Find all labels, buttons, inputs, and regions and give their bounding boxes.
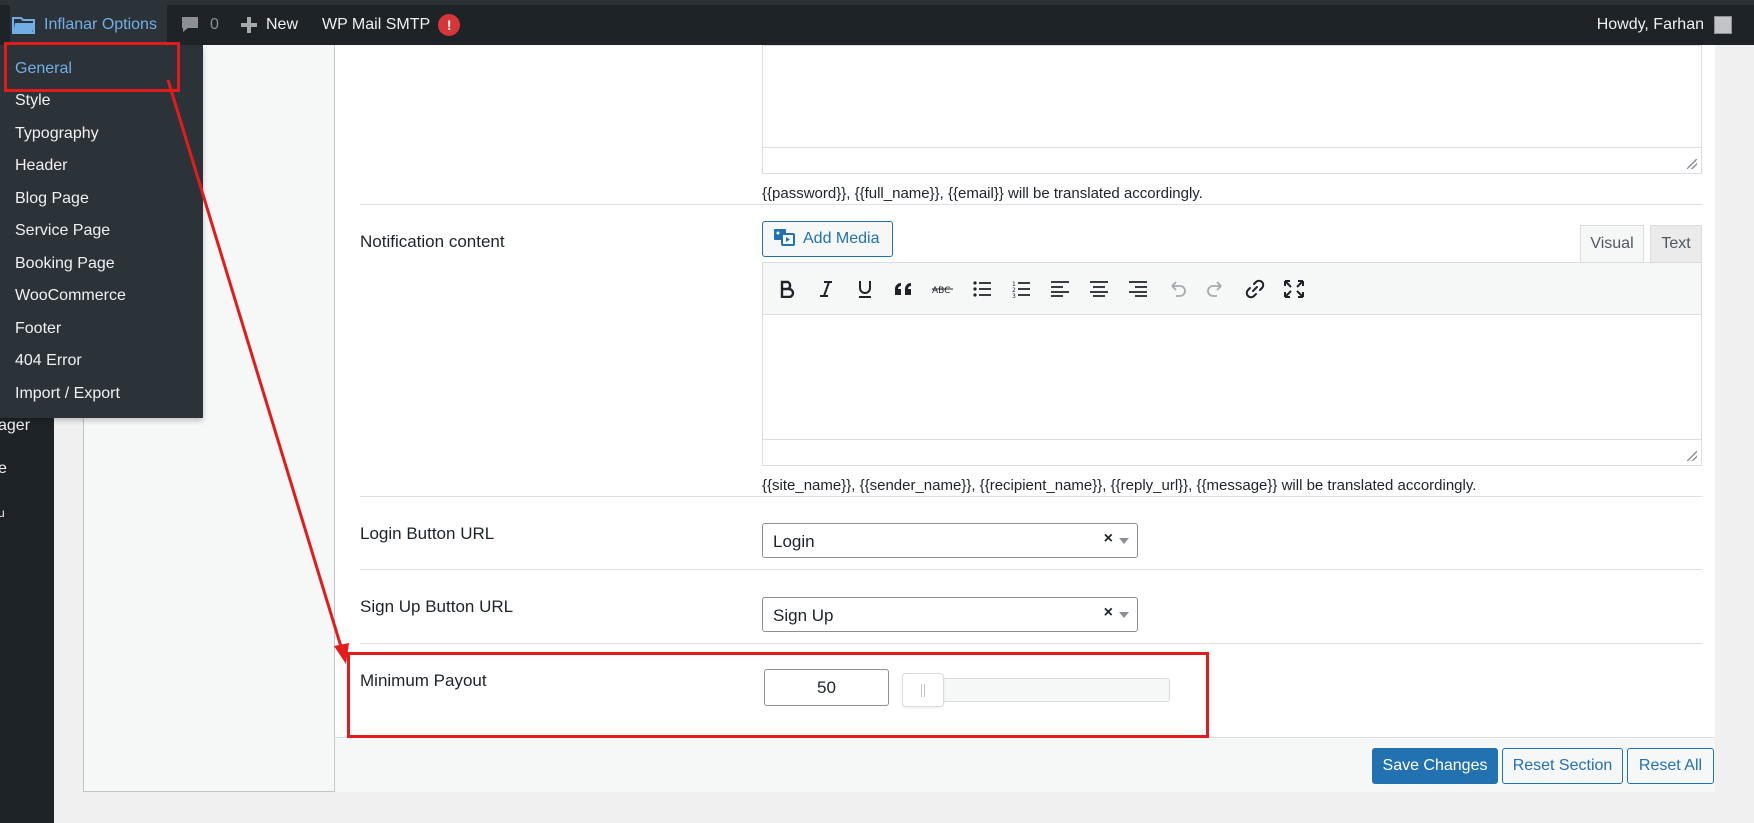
- flyout-item-service-page[interactable]: Service Page: [15, 222, 110, 240]
- divider: [360, 496, 1702, 497]
- divider: [360, 204, 1702, 205]
- align-right-icon[interactable]: [1126, 277, 1150, 301]
- site-menu-link[interactable]: Inflanar Options: [10, 5, 167, 45]
- numbered-list-icon[interactable]: 123: [1009, 277, 1033, 301]
- flyout-item-footer[interactable]: Footer: [15, 320, 61, 338]
- minimum-payout-input[interactable]: 50: [764, 669, 889, 706]
- signup-url-value: Sign Up: [773, 606, 834, 625]
- save-changes-button[interactable]: Save Changes: [1372, 748, 1498, 784]
- strikethrough-icon[interactable]: ABC: [931, 277, 955, 301]
- underline-icon[interactable]: [853, 277, 877, 301]
- menu-item-fragment[interactable]: e: [0, 460, 7, 478]
- align-center-icon[interactable]: [1087, 277, 1111, 301]
- flyout-item-general[interactable]: General: [15, 60, 72, 78]
- comments-link[interactable]: 0: [180, 5, 219, 45]
- undo-icon[interactable]: [1165, 277, 1189, 301]
- comment-icon: [180, 15, 200, 35]
- italic-icon[interactable]: [814, 277, 838, 301]
- align-left-icon[interactable]: [1048, 277, 1072, 301]
- tab-text[interactable]: Text: [1650, 225, 1702, 262]
- divider: [360, 569, 1702, 570]
- media-icon: [773, 227, 795, 252]
- editor-toolbar: ABC 123: [763, 263, 1701, 315]
- fullscreen-icon[interactable]: [1282, 277, 1306, 301]
- flyout-item-import-export[interactable]: Import / Export: [15, 385, 120, 403]
- wp-mail-smtp-link[interactable]: WP Mail SMTP !: [322, 5, 461, 45]
- comments-count: 0: [210, 16, 219, 33]
- add-media-label: Add Media: [803, 230, 880, 247]
- textarea-status-bar: [763, 147, 1701, 173]
- flyout-item-woocommerce[interactable]: WooCommerce: [15, 287, 126, 305]
- svg-text:ABC: ABC: [932, 286, 950, 295]
- flyout-item-header[interactable]: Header: [15, 157, 67, 175]
- previous-field-hint: {{password}}, {{full_name}}, {{email}} w…: [762, 185, 1203, 202]
- avatar: [1714, 16, 1732, 34]
- signup-url-select[interactable]: Sign Up ×: [762, 597, 1138, 632]
- flyout-item-404-error[interactable]: 404 Error: [15, 352, 82, 370]
- admin-bar: Inflanar Options 0 New WP Mail SMTP ! Ho…: [0, 0, 1754, 45]
- resize-handle-icon[interactable]: [1687, 159, 1697, 169]
- account-menu[interactable]: Howdy, Farhan: [1597, 5, 1732, 45]
- options-flyout-menu: General Style Typography Header Blog Pag…: [0, 45, 203, 418]
- flyout-item-booking-page[interactable]: Booking Page: [15, 255, 115, 273]
- svg-text:3: 3: [1012, 293, 1016, 298]
- signup-button-url-label: Sign Up Button URL: [360, 597, 514, 616]
- bold-icon[interactable]: [775, 277, 799, 301]
- new-content-link[interactable]: New: [240, 5, 298, 45]
- login-button-url-label: Login Button URL: [360, 524, 495, 543]
- reset-section-button[interactable]: Reset Section: [1502, 748, 1623, 784]
- flyout-item-typography[interactable]: Typography: [15, 125, 99, 143]
- reset-all-button[interactable]: Reset All: [1627, 748, 1714, 784]
- redo-icon[interactable]: [1204, 277, 1228, 301]
- login-url-select[interactable]: Login ×: [762, 523, 1138, 558]
- howdy-text: Howdy, Farhan: [1596, 16, 1704, 33]
- login-url-value: Login: [773, 532, 815, 551]
- minimum-payout-label: Minimum Payout: [360, 671, 487, 690]
- notification-content-label: Notification content: [360, 232, 505, 251]
- new-label: New: [266, 16, 299, 33]
- plus-icon: [240, 16, 258, 34]
- alert-badge: !: [438, 14, 461, 36]
- chevron-down-icon[interactable]: [1119, 538, 1129, 544]
- notification-editor[interactable]: ABC 123: [762, 262, 1702, 466]
- site-name: Inflanar Options: [44, 16, 157, 33]
- payout-slider-handle[interactable]: [902, 673, 944, 707]
- notification-hint: {{site_name}}, {{sender_name}}, {{recipi…: [762, 477, 1477, 494]
- resize-handle-icon[interactable]: [1687, 451, 1697, 461]
- mail-plugin-label: WP Mail SMTP: [322, 16, 431, 33]
- menu-item-fragment[interactable]: ager: [0, 417, 30, 435]
- link-icon[interactable]: [1243, 277, 1267, 301]
- previous-content-textarea[interactable]: [762, 45, 1702, 174]
- tab-visual[interactable]: Visual: [1580, 225, 1644, 262]
- chevron-down-icon[interactable]: [1119, 612, 1129, 618]
- clear-icon[interactable]: ×: [1104, 530, 1113, 548]
- bullet-list-icon[interactable]: [970, 277, 994, 301]
- add-media-button[interactable]: Add Media: [762, 221, 893, 257]
- flyout-item-style[interactable]: Style: [15, 92, 51, 110]
- menu-item-fragment[interactable]: u: [0, 506, 5, 520]
- divider: [360, 643, 1702, 644]
- clear-icon[interactable]: ×: [1104, 604, 1113, 622]
- flyout-item-blog-page[interactable]: Blog Page: [15, 190, 89, 208]
- editor-status-bar: [763, 439, 1701, 465]
- blockquote-icon[interactable]: [892, 277, 916, 301]
- folder-icon: [12, 15, 36, 35]
